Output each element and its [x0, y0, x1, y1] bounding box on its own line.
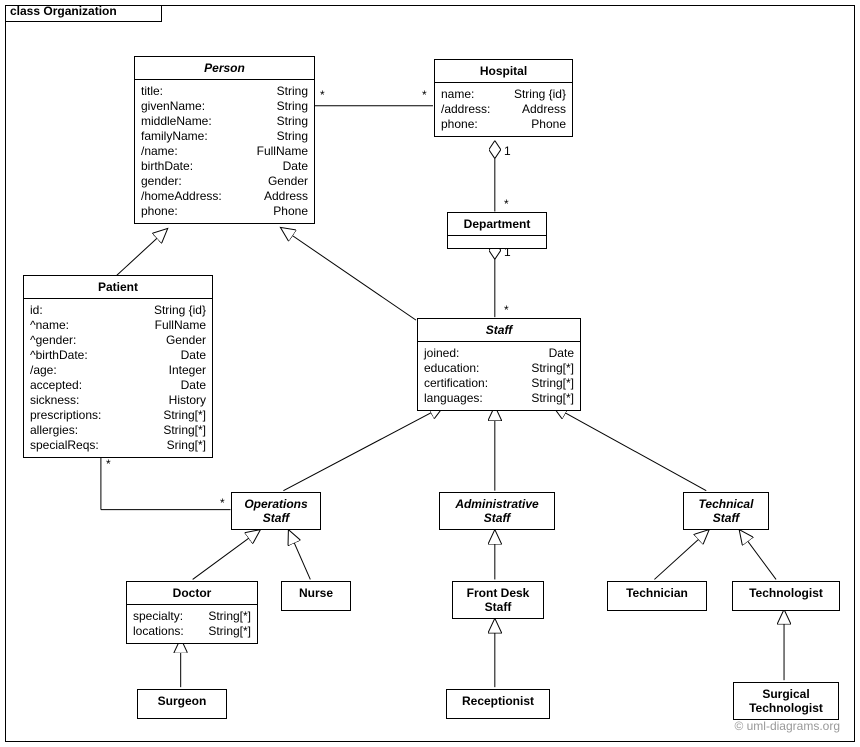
class-staff-body: joined:Date education:String[*] certific… [418, 342, 580, 410]
class-administrative-staff-name: Administrative Staff [440, 493, 554, 529]
class-doctor: Doctor specialty:String[*] locations:Str… [126, 581, 258, 644]
class-nurse-name: Nurse [282, 582, 350, 604]
class-patient-name: Patient [24, 276, 212, 299]
class-surgical-technologist-name: Surgical Technologist [734, 683, 838, 719]
class-doctor-body: specialty:String[*] locations:String[*] [127, 605, 257, 643]
class-doctor-name: Doctor [127, 582, 257, 605]
class-technologist-name: Technologist [733, 582, 839, 604]
package-tab: class Organization [6, 6, 162, 22]
mult-hospital-dept-star: * [504, 197, 509, 211]
mult-patient-ops-o: * [220, 496, 225, 510]
class-operations-staff-name: Operations Staff [232, 493, 320, 529]
class-operations-staff: Operations Staff [231, 492, 321, 530]
class-surgical-technologist: Surgical Technologist [733, 682, 839, 720]
class-hospital-name: Hospital [435, 60, 572, 83]
class-department-name: Department [448, 213, 546, 236]
class-person-body: title:String givenName:String middleName… [135, 80, 314, 223]
class-person: Person title:String givenName:String mid… [134, 56, 315, 224]
package-title: class Organization [10, 4, 117, 18]
class-technical-staff: Technical Staff [683, 492, 769, 530]
class-technical-staff-name: Technical Staff [684, 493, 768, 529]
class-surgeon-name: Surgeon [138, 690, 226, 712]
footer-copyright: © uml-diagrams.org [734, 719, 840, 733]
mult-person-hospital-r: * [422, 88, 427, 102]
class-surgeon: Surgeon [137, 689, 227, 719]
class-hospital-body: name:String {id} /address:Address phone:… [435, 83, 572, 136]
class-technologist: Technologist [732, 581, 840, 611]
class-staff: Staff joined:Date education:String[*] ce… [417, 318, 581, 411]
mult-dept-staff-star: * [504, 303, 509, 317]
class-hospital: Hospital name:String {id} /address:Addre… [434, 59, 573, 137]
mult-patient-ops-p: * [106, 457, 111, 471]
class-front-desk-staff: Front Desk Staff [452, 581, 544, 619]
class-patient-body: id:String {id} ^name:FullName ^gender:Ge… [24, 299, 212, 457]
mult-person-hospital-l: * [320, 88, 325, 102]
class-administrative-staff: Administrative Staff [439, 492, 555, 530]
class-technician: Technician [607, 581, 707, 611]
class-person-name: Person [135, 57, 314, 80]
class-front-desk-staff-name: Front Desk Staff [453, 582, 543, 618]
package-organization: class Organization [5, 5, 855, 742]
class-department: Department [447, 212, 547, 249]
mult-hospital-dept-1: 1 [504, 144, 511, 158]
class-nurse: Nurse [281, 581, 351, 611]
class-patient: Patient id:String {id} ^name:FullName ^g… [23, 275, 213, 458]
class-staff-name: Staff [418, 319, 580, 342]
class-receptionist: Receptionist [446, 689, 550, 719]
class-receptionist-name: Receptionist [447, 690, 549, 712]
class-technician-name: Technician [608, 582, 706, 604]
